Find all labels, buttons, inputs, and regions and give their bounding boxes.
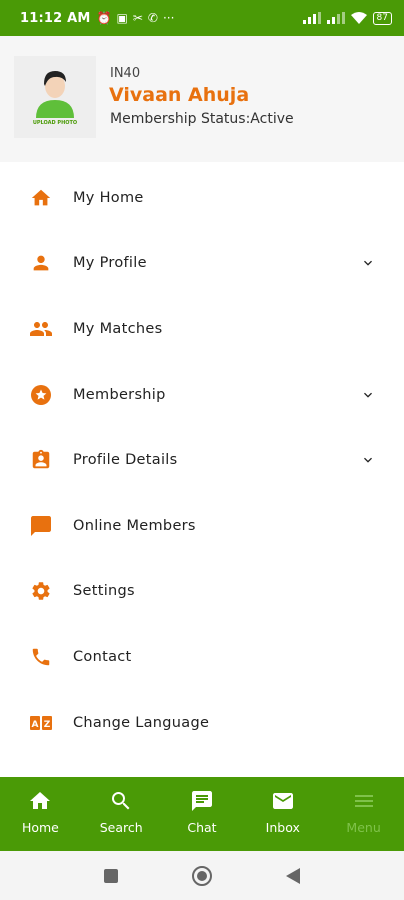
menu-item-label: Settings — [73, 583, 135, 600]
svg-text:A: A — [32, 720, 39, 730]
menu-item-label: Membership — [73, 386, 166, 403]
nav-search[interactable]: Search — [81, 777, 162, 851]
signal-icon — [302, 12, 321, 24]
system-navigation-bar — [0, 851, 404, 900]
nav-menu[interactable]: Menu — [323, 777, 404, 851]
more-notifications-icon: ··· — [162, 11, 175, 25]
menu-item-label: My Matches — [73, 320, 163, 337]
phone-icon — [29, 645, 53, 669]
menu-item-label: My Home — [73, 189, 144, 206]
menu-item-label: Change Language — [73, 714, 210, 731]
back-icon[interactable] — [285, 867, 301, 885]
nav-home[interactable]: Home — [0, 777, 81, 851]
home-icon — [30, 792, 51, 809]
home-button-icon[interactable] — [191, 865, 213, 887]
alarm-icon: ⏰ — [96, 11, 112, 25]
menu-item-my-profile[interactable]: My Profile — [0, 231, 404, 297]
signal-2-icon — [326, 12, 345, 24]
chat-bubble-icon — [29, 514, 53, 538]
battery-icon: 87 — [372, 11, 392, 25]
chevron-down-icon[interactable] — [360, 255, 376, 271]
star-circle-icon — [29, 383, 53, 407]
chevron-down-icon[interactable] — [360, 387, 376, 403]
svg-text:Z: Z — [44, 720, 51, 730]
menu-icon — [354, 795, 373, 807]
menu-item-change-language[interactable]: AZ Change Language — [0, 690, 404, 756]
drawer-menu: My Home My Profile My Matches Membership… — [0, 165, 404, 755]
nav-inbox[interactable]: Inbox — [242, 777, 323, 851]
menu-item-membership[interactable]: Membership — [0, 362, 404, 428]
translate-icon: AZ — [29, 711, 53, 735]
status-bar: 11:12 AM ⏰ ▣ ✂ ✆ ··· 87 — [0, 0, 404, 36]
menu-item-contact[interactable]: Contact — [0, 624, 404, 690]
nav-label: Menu — [346, 820, 381, 835]
app-notification-icon: ▣ — [116, 11, 128, 25]
whatsapp-icon: ✆ — [147, 11, 158, 25]
profile-header: UPLOAD PHOTO IN40 Vivaan Ahuja Membershi… — [0, 36, 404, 162]
profile-name: Vivaan Ahuja — [109, 84, 250, 106]
nav-chat[interactable]: Chat — [162, 777, 243, 851]
menu-item-my-matches[interactable]: My Matches — [0, 296, 404, 362]
search-icon — [112, 792, 130, 810]
chat-icon — [191, 791, 212, 811]
menu-item-label: My Profile — [73, 255, 147, 272]
chevron-down-icon[interactable] — [360, 452, 376, 468]
menu-item-label: Contact — [73, 648, 132, 665]
menu-item-label: Online Members — [73, 517, 196, 534]
nav-label: Chat — [187, 820, 217, 835]
menu-item-my-home[interactable]: My Home — [0, 165, 404, 231]
tools-icon: ✂ — [132, 11, 143, 25]
bottom-navigation: Home Search Chat Inbox Menu — [0, 777, 404, 851]
profile-id: IN40 — [110, 66, 141, 81]
person-icon — [29, 251, 53, 275]
upload-photo-label: UPLOAD PHOTO — [32, 120, 78, 126]
menu-item-settings[interactable]: Settings — [0, 559, 404, 625]
recents-icon[interactable] — [103, 868, 119, 884]
badge-icon — [29, 448, 53, 472]
nav-label: Search — [99, 820, 143, 835]
menu-item-profile-details[interactable]: Profile Details — [0, 427, 404, 493]
membership-status: Membership Status:Active — [110, 111, 294, 127]
menu-item-online-members[interactable]: Online Members — [0, 493, 404, 559]
avatar[interactable]: UPLOAD PHOTO — [14, 56, 96, 138]
notification-icons: ⏰ ▣ ✂ ✆ ··· — [97, 11, 175, 25]
nav-label: Inbox — [265, 820, 300, 835]
nav-label: Home — [21, 820, 59, 835]
home-icon — [29, 186, 53, 210]
mail-icon — [272, 793, 293, 809]
people-icon — [29, 317, 53, 341]
status-time: 11:12 AM — [20, 10, 91, 26]
menu-item-label: Profile Details — [73, 452, 178, 469]
wifi-icon — [350, 12, 367, 24]
gear-icon — [29, 579, 53, 603]
